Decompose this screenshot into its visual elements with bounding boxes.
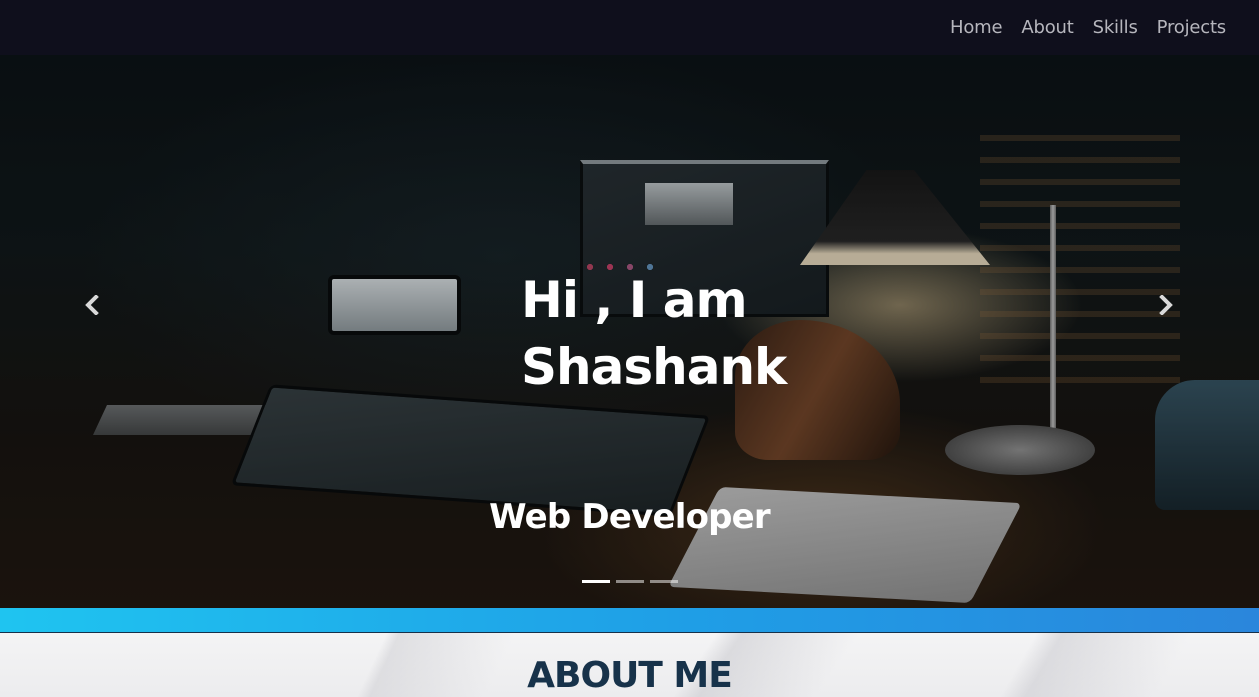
chevron-right-icon (1159, 295, 1173, 315)
carousel-indicator-1[interactable] (581, 580, 610, 583)
about-section: ABOUT ME (0, 633, 1259, 697)
hero-subtitle: Web Developer (489, 497, 771, 537)
nav-link-about[interactable]: About (1021, 17, 1073, 38)
carousel-indicators (0, 580, 1259, 583)
carousel-next-button[interactable] (1151, 290, 1181, 320)
hero-carousel: Hi , I am Shashank Web Developer (0, 55, 1259, 608)
navbar: Home About Skills Projects (0, 0, 1259, 55)
hero-title: Hi , I am Shashank (521, 271, 787, 396)
carousel-indicator-2[interactable] (615, 580, 644, 583)
nav-link-projects[interactable]: Projects (1157, 17, 1227, 38)
chevron-left-icon (85, 295, 99, 315)
about-title: ABOUT ME (527, 655, 733, 696)
carousel-indicator-3[interactable] (649, 580, 678, 583)
carousel-prev-button[interactable] (77, 290, 107, 320)
nav-link-home[interactable]: Home (950, 17, 1003, 38)
accent-divider (0, 608, 1259, 633)
nav-link-skills[interactable]: Skills (1093, 17, 1138, 38)
